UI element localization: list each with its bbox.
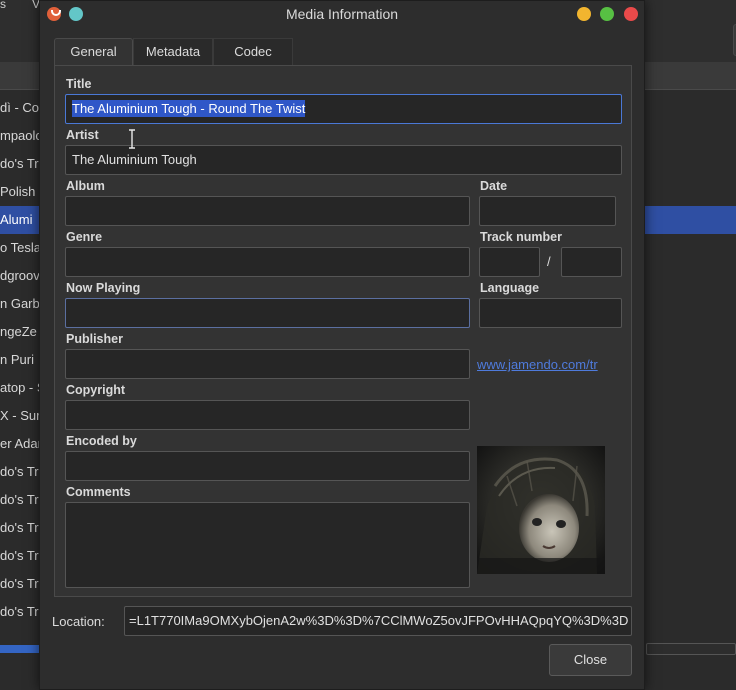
window-title: Media Information (285, 6, 399, 22)
text-cursor-icon (129, 129, 135, 149)
close-window-button[interactable] (624, 7, 638, 21)
date-label: Date (480, 179, 508, 193)
publisher-label: Publisher (66, 332, 123, 346)
playlist-row-text: do's Tre (0, 492, 40, 507)
playlist-row-text: o Tesla (0, 240, 40, 255)
playlist-row-text: er Adar (0, 436, 40, 451)
playlist-row-text: dì - Cor (0, 100, 40, 115)
track-total-field[interactable] (561, 247, 622, 277)
playlist-row-text: do's Tre (0, 520, 40, 535)
playlist-row-text: Alumi (0, 212, 33, 227)
tab-codec[interactable]: Codec (213, 38, 293, 66)
background-scrollbar[interactable] (646, 643, 736, 655)
general-panel: Title The Aluminium Tough - Round The Tw… (54, 65, 632, 597)
comments-textarea[interactable] (65, 502, 470, 588)
close-button[interactable]: Close (549, 644, 632, 676)
artist-field[interactable]: The Aluminium Tough (65, 145, 622, 175)
album-art-image (477, 446, 605, 574)
playlist-row-text: X - Surv (0, 408, 40, 423)
track-number-label: Track number (480, 230, 562, 244)
playlist-row-text: do's Tre (0, 464, 40, 479)
date-field[interactable] (479, 196, 616, 226)
language-field[interactable] (479, 298, 622, 328)
album-label: Album (66, 179, 105, 193)
playlist-row-text: do's Tre (0, 604, 40, 619)
artist-label: Artist (66, 128, 99, 142)
title-label: Title (66, 77, 92, 91)
playlist-row-text: ngeZe (0, 324, 37, 339)
menu-fragment[interactable]: s (0, 0, 6, 11)
doll-artwork-icon (477, 446, 605, 574)
publisher-url-link[interactable]: www.jamendo.com/tr (477, 357, 605, 372)
language-label: Language (480, 281, 540, 295)
playlist-row-text: Polish (0, 184, 36, 199)
location-field[interactable]: =L1T770IMa9OMXybOjenA2w%3D%3D%7CClMWoZ5o… (124, 606, 632, 636)
encoded-by-field[interactable] (65, 451, 470, 481)
publisher-field[interactable] (65, 349, 470, 379)
title-field[interactable]: The Aluminium Tough - Round The Twist (65, 94, 622, 124)
playlist-row-text: dgroov (0, 268, 40, 283)
title-bar[interactable]: Media Information (40, 1, 644, 27)
tab-metadata[interactable]: Metadata (133, 38, 213, 66)
genre-field[interactable] (65, 247, 470, 277)
copyright-field[interactable] (65, 400, 470, 430)
playlist-row-text: mpaolo (0, 128, 40, 143)
background-progress-bar (0, 645, 40, 653)
playlist-row-text: atop - S (0, 380, 40, 395)
tab-general[interactable]: General (54, 38, 133, 66)
copyright-label: Copyright (66, 383, 126, 397)
playlist-row-text: n Puri (0, 352, 34, 367)
encoded-by-label: Encoded by (66, 434, 137, 448)
track-separator: / (547, 254, 551, 269)
album-field[interactable] (65, 196, 470, 226)
minimize-button[interactable] (577, 7, 591, 21)
now-playing-label: Now Playing (66, 281, 141, 295)
title-value: The Aluminium Tough - Round The Twist (72, 100, 306, 117)
playlist-row-text: do's Tre (0, 548, 40, 563)
now-playing-field[interactable] (65, 298, 470, 328)
playlist-row-text: n Garb (0, 296, 40, 311)
playlist-row-text: do's Tre (0, 156, 40, 171)
genre-label: Genre (66, 230, 103, 244)
playlist-row-text: do's Tre (0, 576, 40, 591)
media-information-dialog: Media Information General Metadata Codec… (39, 0, 645, 690)
maximize-button[interactable] (600, 7, 614, 21)
comments-label: Comments (66, 485, 131, 499)
track-number-field[interactable] (479, 247, 540, 277)
location-label: Location: (52, 614, 105, 629)
